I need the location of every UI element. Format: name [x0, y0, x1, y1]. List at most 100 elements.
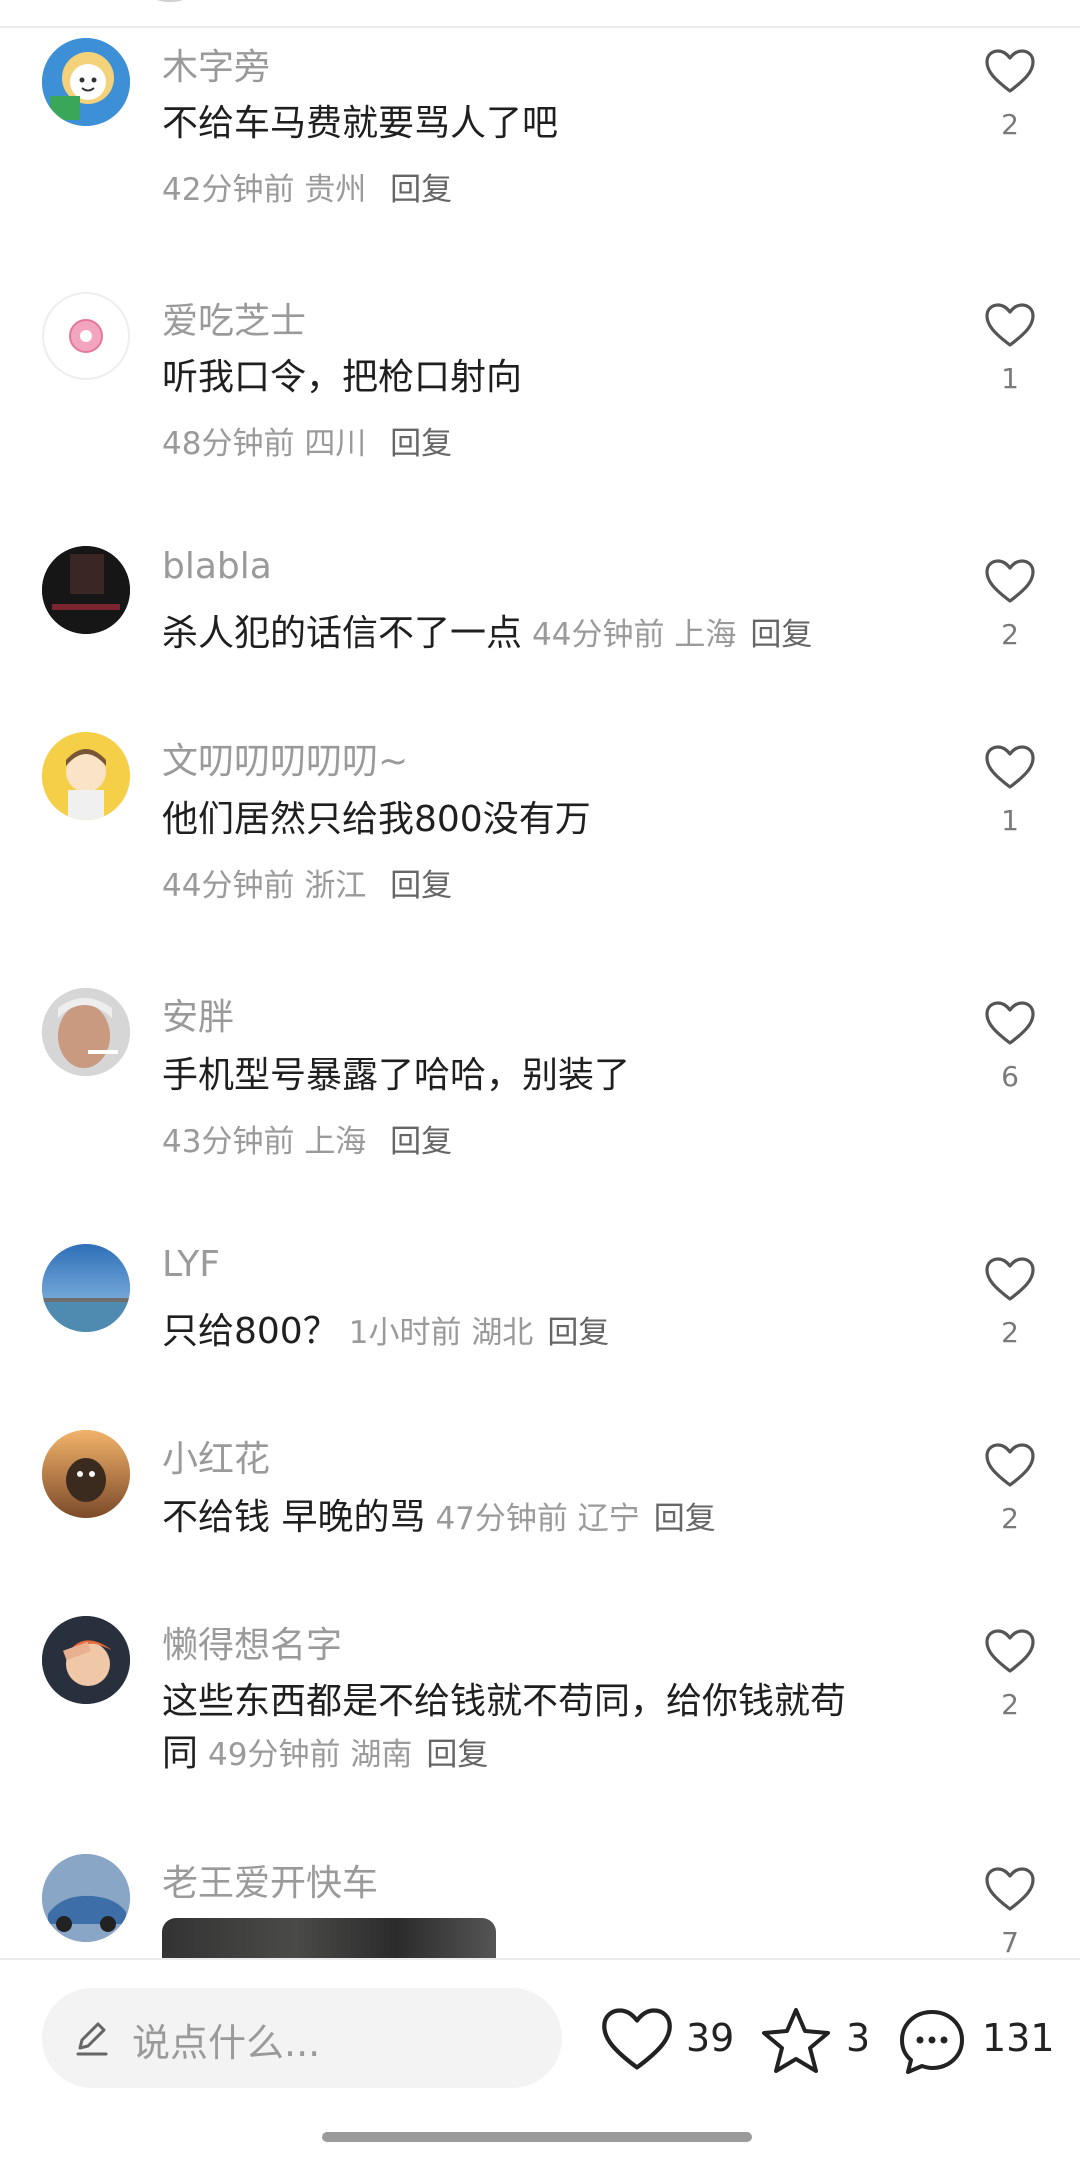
top-divider — [0, 26, 1080, 28]
heart-outline-icon — [985, 1629, 1035, 1673]
username[interactable]: 懒得想名字 — [162, 1616, 342, 1668]
comment-row: 只给800？ 1小时前 湖北 回复 — [162, 1306, 962, 1359]
comment-location: 浙江 — [304, 868, 367, 904]
comment-meta: 44分钟前 浙江 回复 — [162, 860, 452, 905]
comment-location: 辽宁 — [577, 1501, 640, 1537]
avatar[interactable] — [42, 988, 130, 1076]
bottom-action-bar: 说点什么... 39 3 131 — [0, 1958, 1080, 2163]
like-count: 2 — [1001, 1688, 1019, 1721]
comment-meta: 1小时前 湖北 回复 — [349, 1315, 610, 1351]
username[interactable]: LYF — [162, 1244, 220, 1285]
comments-button[interactable]: 131 — [896, 2006, 1066, 2076]
reply-button[interactable]: 回复 — [390, 868, 452, 904]
reply-button[interactable]: 回复 — [390, 172, 452, 208]
comment-image[interactable] — [162, 1918, 496, 1958]
comment-location: 湖北 — [471, 1315, 534, 1351]
comment-time: 48分钟前 — [162, 426, 295, 462]
reply-button[interactable]: 回复 — [426, 1737, 488, 1773]
heart-outline-icon — [602, 2008, 672, 2070]
like-button[interactable]: 6 — [982, 1000, 1038, 1093]
comment-meta: 49分钟前 湖南 回复 — [208, 1737, 488, 1773]
comment-location: 上海 — [674, 617, 737, 653]
avatar[interactable] — [42, 1430, 130, 1518]
reply-button[interactable]: 回复 — [547, 1315, 609, 1351]
comment-meta: 43分钟前 上海 回复 — [162, 1116, 452, 1161]
comment-text[interactable]: 听我口令，把枪口射向 — [162, 352, 922, 404]
comment-text[interactable]: 这些东西都是不给钱就不苟同，给你钱就苟 — [162, 1676, 922, 1728]
heart-outline-icon — [985, 49, 1035, 93]
pencil-icon — [76, 2022, 108, 2056]
comment-text[interactable]: 不给车马费就要骂人了吧 — [162, 98, 922, 150]
like-button[interactable]: 2 — [982, 1628, 1038, 1721]
comment-text[interactable]: 只给800？ — [162, 1311, 339, 1352]
heart-outline-icon — [985, 1867, 1035, 1911]
avatar[interactable] — [42, 1616, 130, 1704]
like-count: 7 — [1001, 1926, 1019, 1959]
like-count: 2 — [1001, 1316, 1019, 1349]
like-button[interactable]: 2 — [982, 558, 1038, 651]
comment-row: 同 49分钟前 湖南 回复 — [162, 1728, 922, 1781]
favorite-button[interactable]: 3 — [760, 2006, 880, 2076]
chat-bubble-icon — [900, 2010, 964, 2074]
reply-button[interactable]: 回复 — [390, 426, 452, 462]
comment-meta: 48分钟前 四川 回复 — [162, 418, 452, 463]
comment-time: 1小时前 — [348, 1315, 462, 1351]
comment-text[interactable]: 手机型号暴露了哈哈，别装了 — [162, 1050, 922, 1102]
comment-location: 上海 — [304, 1124, 367, 1160]
like-button[interactable]: 1 — [982, 302, 1038, 395]
comment-text[interactable]: 他们居然只给我800没有万 — [162, 794, 922, 846]
comment-location: 四川 — [304, 426, 367, 462]
heart-outline-icon — [985, 303, 1035, 347]
username[interactable]: blabla — [162, 546, 272, 587]
reply-button[interactable]: 回复 — [390, 1124, 452, 1160]
like-button[interactable]: 2 — [982, 1442, 1038, 1535]
comment-location: 贵州 — [304, 172, 367, 208]
like-count: 6 — [1001, 1060, 1019, 1093]
reply-button[interactable]: 回复 — [654, 1501, 716, 1537]
comment-input[interactable]: 说点什么... — [42, 1988, 562, 2088]
reply-button[interactable]: 回复 — [750, 617, 812, 653]
username[interactable]: 爱吃芝士 — [162, 292, 306, 344]
avatar[interactable] — [42, 1244, 130, 1332]
home-indicator[interactable] — [322, 2132, 752, 2142]
comment-time: 47分钟前 — [435, 1501, 568, 1537]
like-button[interactable]: 2 — [982, 1256, 1038, 1349]
comment-text[interactable]: 不给钱 早晚的骂 — [162, 1497, 425, 1538]
avatar[interactable] — [42, 732, 130, 820]
comment-row: 杀人犯的话信不了一点 44分钟前 上海 回复 — [162, 608, 962, 661]
heart-outline-icon — [985, 559, 1035, 603]
comment-meta: 42分钟前 贵州 回复 — [162, 164, 452, 209]
post-like-button[interactable]: 39 — [600, 2006, 740, 2076]
avatar[interactable] — [42, 546, 130, 634]
star-outline-icon — [762, 2008, 830, 2073]
comment-location: 湖南 — [350, 1737, 413, 1773]
username[interactable]: 老王爱开快车 — [162, 1854, 378, 1906]
comment-time: 44分钟前 — [162, 868, 295, 904]
username[interactable]: 文叨叨叨叨叨~ — [162, 732, 408, 784]
comment-time: 42分钟前 — [162, 172, 295, 208]
username[interactable]: 木字旁 — [162, 38, 270, 90]
heart-outline-icon — [985, 745, 1035, 789]
like-count: 2 — [1001, 108, 1019, 141]
username[interactable]: 安胖 — [162, 988, 234, 1040]
favorite-count: 3 — [846, 2016, 871, 2060]
like-count: 2 — [1001, 1502, 1019, 1535]
like-count: 1 — [1001, 804, 1019, 837]
comment-time: 49分钟前 — [208, 1737, 341, 1773]
like-button[interactable]: 7 — [982, 1866, 1038, 1959]
username[interactable]: 小红花 — [162, 1430, 270, 1482]
avatar[interactable] — [42, 38, 130, 126]
avatar[interactable] — [42, 292, 130, 380]
heart-outline-icon — [985, 1001, 1035, 1045]
comment-text[interactable]: 杀人犯的话信不了一点 — [162, 613, 522, 654]
comment-time: 43分钟前 — [162, 1124, 295, 1160]
comment-meta: 44分钟前 上海 回复 — [532, 617, 812, 653]
like-count: 1 — [1001, 362, 1019, 395]
comment-count: 131 — [982, 2016, 1055, 2060]
comment-text[interactable]: 同 — [162, 1733, 198, 1774]
like-button[interactable]: 1 — [982, 744, 1038, 837]
heart-outline-icon — [985, 1443, 1035, 1487]
avatar[interactable] — [42, 1854, 130, 1942]
like-button[interactable]: 2 — [982, 48, 1038, 141]
heart-outline-icon — [985, 1257, 1035, 1301]
